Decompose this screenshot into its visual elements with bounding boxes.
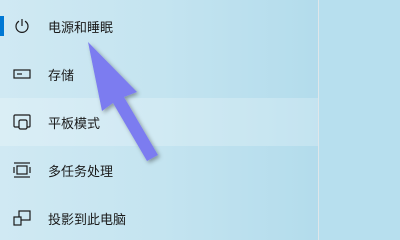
- project-to-pc-icon: [12, 208, 32, 228]
- tablet-mode-icon: [12, 112, 32, 132]
- nav-item-tablet-mode[interactable]: 平板模式: [0, 98, 318, 146]
- nav-item-label: 平板模式: [48, 116, 101, 132]
- selected-indicator: [0, 16, 4, 36]
- multitasking-icon: [12, 160, 32, 180]
- nav-item-label: 电源和睡眠: [48, 20, 114, 36]
- nav-item-project-to-pc[interactable]: 投影到此电脑: [0, 194, 318, 240]
- content-pane: [319, 0, 400, 240]
- nav-item-storage[interactable]: 存储: [0, 50, 318, 98]
- nav-item-power-sleep[interactable]: 电源和睡眠: [0, 2, 318, 50]
- settings-nav: 电源和睡眠 存储 平板模式 多任务处理 投影到此电脑: [0, 0, 318, 240]
- nav-item-multitasking[interactable]: 多任务处理: [0, 146, 318, 194]
- storage-icon: [12, 64, 32, 84]
- nav-item-label: 多任务处理: [48, 164, 114, 180]
- nav-item-label: 存储: [48, 68, 75, 84]
- power-icon: [12, 16, 32, 36]
- nav-item-label: 投影到此电脑: [48, 212, 127, 228]
